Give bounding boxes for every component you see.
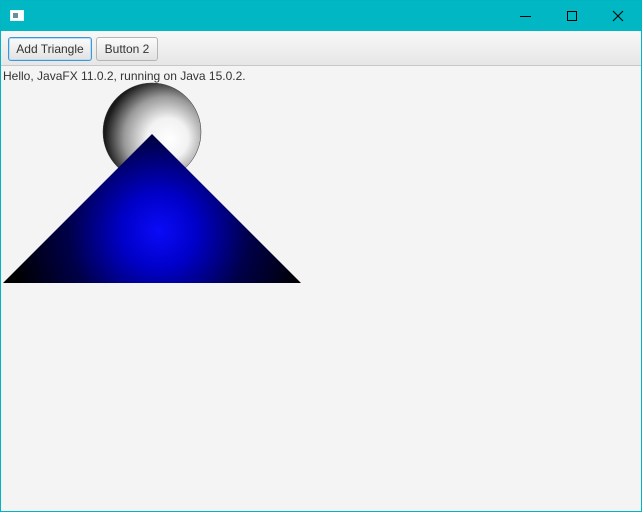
app-window: Add Triangle Button 2 Hello, JavaFX 11.0… <box>0 0 642 512</box>
triangle-shape <box>3 134 301 283</box>
scene-canvas <box>3 82 301 283</box>
